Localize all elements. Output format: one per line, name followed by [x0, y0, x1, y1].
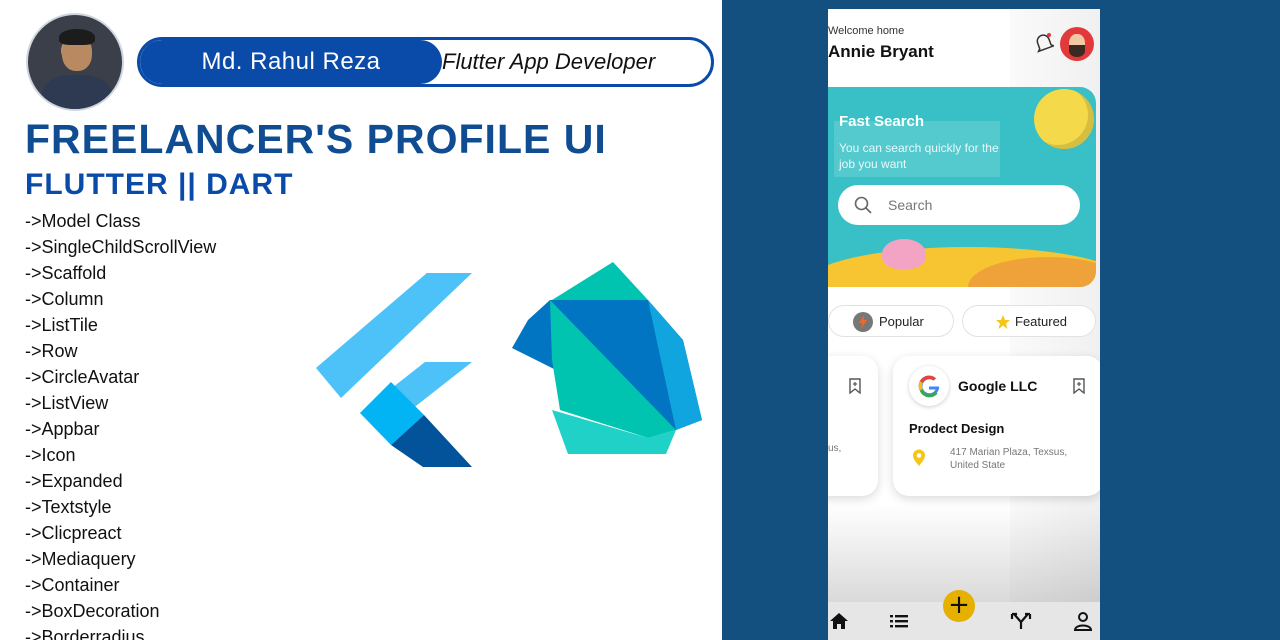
topic-item: ->Appbar [25, 419, 100, 439]
topic-item: ->Expanded [25, 471, 123, 491]
topic-list: ->Model Class ->SingleChildScrollView ->… [25, 208, 216, 640]
developer-role: Flutter App Developer [442, 49, 656, 74]
dart-logo-icon [512, 262, 702, 454]
developer-photo [26, 13, 124, 111]
topic-item: ->Icon [25, 445, 76, 465]
popular-label: Popular [879, 314, 924, 329]
page-subtitle: FLUTTER || DART [25, 168, 294, 201]
bell-icon[interactable] [1034, 32, 1054, 54]
profile-icon[interactable] [1072, 611, 1094, 631]
thumbnail-canvas: Md. Rahul Reza Flutter App Developer FRE… [0, 0, 1280, 640]
topic-item: ->Borderradius [25, 627, 145, 640]
google-logo-icon [909, 366, 949, 406]
topic-item: ->Column [25, 289, 104, 309]
add-icon: + [948, 590, 970, 620]
fast-search-text: You can search quickly for the job you w… [839, 141, 999, 171]
search-icon [854, 196, 872, 214]
developer-name: Md. Rahul Reza [140, 40, 442, 84]
add-button[interactable]: + [943, 590, 975, 622]
fast-search-title: Fast Search [839, 113, 925, 130]
topic-item: ->CircleAvatar [25, 367, 140, 387]
star-icon [996, 315, 1010, 329]
featured-label: Featured [1015, 314, 1068, 329]
topic-item: ->Clicpreact [25, 523, 122, 543]
user-avatar[interactable] [1060, 27, 1094, 61]
job-address: 417 Marian Plaza, Texsus, United State [950, 447, 1068, 471]
user-name: Annie Bryant [828, 42, 934, 61]
page-title: FREELANCER'S PROFILE UI [25, 116, 607, 162]
topic-item: ->Container [25, 575, 120, 595]
job-address: us, [828, 443, 842, 454]
planet-illustration [1034, 89, 1094, 149]
search-placeholder: Search [888, 197, 933, 213]
topic-item: ->Row [25, 341, 78, 361]
list-icon[interactable] [888, 611, 910, 631]
topic-item: ->Mediaquery [25, 549, 136, 569]
topic-item: ->Model Class [25, 211, 141, 231]
home-icon[interactable] [828, 611, 850, 631]
topic-item: ->Textstyle [25, 497, 112, 517]
topic-item: ->BoxDecoration [25, 601, 160, 621]
job-card[interactable]: us, [828, 356, 878, 496]
welcome-label: Welcome home [828, 25, 905, 37]
bookmark-icon[interactable] [849, 378, 861, 394]
topic-item: ->Scaffold [25, 263, 107, 283]
app-preview-panel: Welcome home Annie Bryant Fast Search Yo… [722, 0, 1280, 640]
bookmark-icon[interactable] [1073, 378, 1085, 394]
promo-panel: Md. Rahul Reza Flutter App Developer FRE… [0, 0, 722, 640]
topic-item: ->ListTile [25, 315, 98, 335]
job-card[interactable]: Google LLC Prodect Design 417 Marian Pla… [893, 356, 1100, 496]
location-pin-icon [913, 449, 925, 466]
bolt-icon [853, 312, 873, 332]
bottom-nav: + [828, 590, 1100, 640]
topic-item: ->ListView [25, 393, 109, 413]
topic-item: ->SingleChildScrollView [25, 237, 217, 257]
phone-screen: Welcome home Annie Bryant Fast Search Yo… [828, 9, 1100, 640]
search-input[interactable]: Search [838, 185, 1080, 225]
flutter-logo-icon [316, 273, 472, 467]
job-title: Prodect Design [909, 421, 1005, 436]
developer-name-badge: Md. Rahul Reza Flutter App Developer [137, 37, 714, 87]
share-icon[interactable] [1010, 611, 1032, 631]
popular-chip[interactable]: Popular [828, 305, 954, 337]
featured-chip[interactable]: Featured [962, 305, 1096, 337]
company-name: Google LLC [958, 378, 1038, 394]
